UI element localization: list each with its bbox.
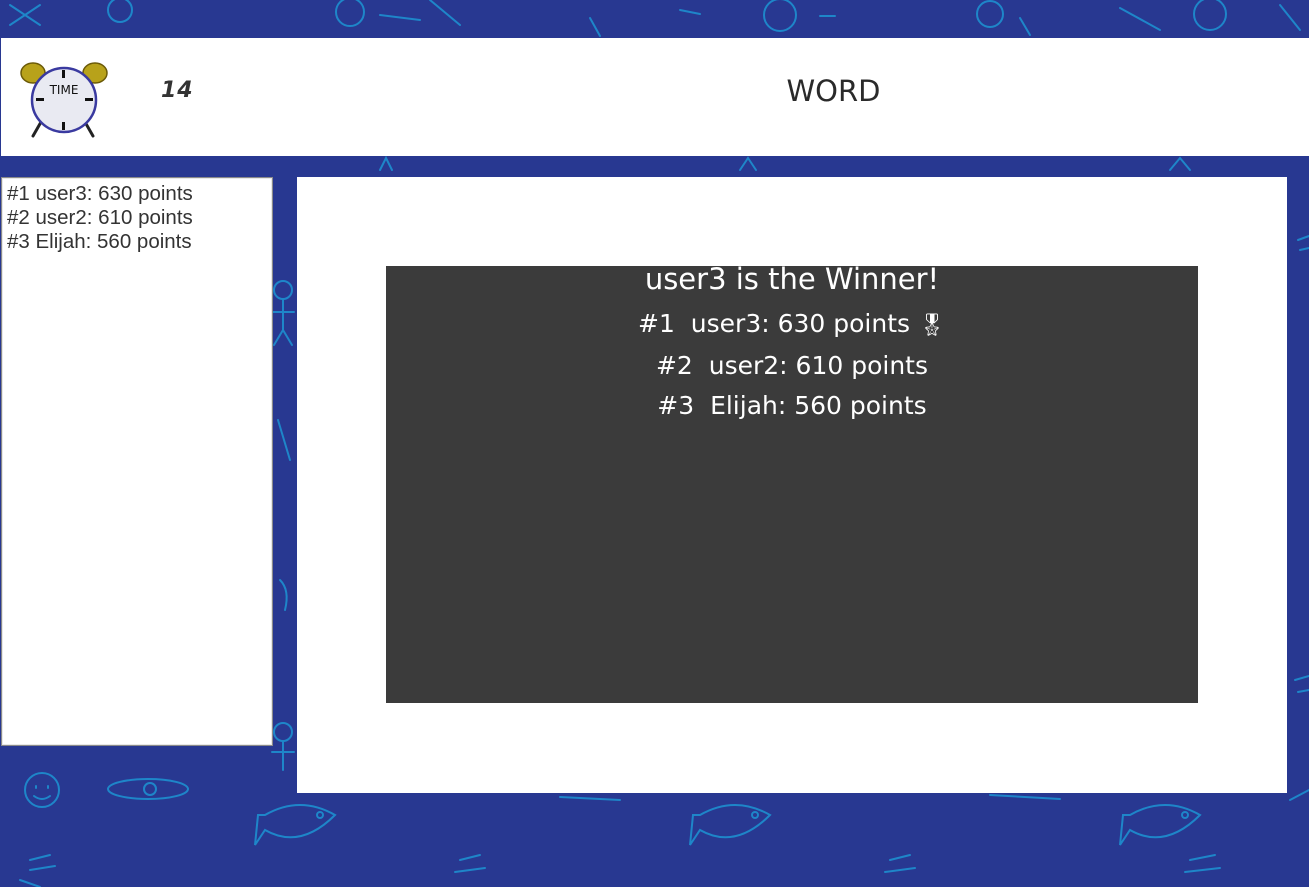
result-rank: #3 xyxy=(657,391,695,420)
results-list: #1 user3: 630 points 🎖 #2 user2: 610 poi… xyxy=(386,304,1198,426)
winner-title: user3 is the Winner! xyxy=(644,262,940,296)
drawing-canvas[interactable]: user3 is the Winner! #1 user3: 630 point… xyxy=(297,177,1287,793)
medal-icon: 🎖 xyxy=(918,313,946,338)
winner-overlay: user3 is the Winner! #1 user3: 630 point… xyxy=(386,262,1198,703)
result-rank: #2 xyxy=(655,351,693,380)
result-text: user3: 630 points xyxy=(690,309,911,338)
result-line-2: #2 user2: 610 points xyxy=(386,346,1198,386)
result-text: user2: 610 points xyxy=(708,351,929,380)
result-rank: #1 xyxy=(638,309,675,338)
scoreboard-row: #2 user2: 610 points xyxy=(7,206,193,229)
timer-value: 14 xyxy=(161,78,194,103)
scoreboard-panel: #1 user3: 630 points #2 user2: 610 point… xyxy=(1,177,273,746)
result-line-3: #3 Elijah: 560 points xyxy=(386,386,1198,426)
clock-label: TIME xyxy=(49,83,79,97)
scoreboard-row: #3 Elijah: 560 points xyxy=(7,230,192,253)
header-bar: TIME 14 WORD xyxy=(1,38,1309,156)
word-display: WORD xyxy=(786,74,881,108)
result-line-1: #1 user3: 630 points 🎖 xyxy=(386,304,1198,346)
alarm-clock-icon: TIME xyxy=(20,62,108,138)
scoreboard-row: #1 user3: 630 points xyxy=(7,182,193,205)
result-text: Elijah: 560 points xyxy=(710,391,927,420)
